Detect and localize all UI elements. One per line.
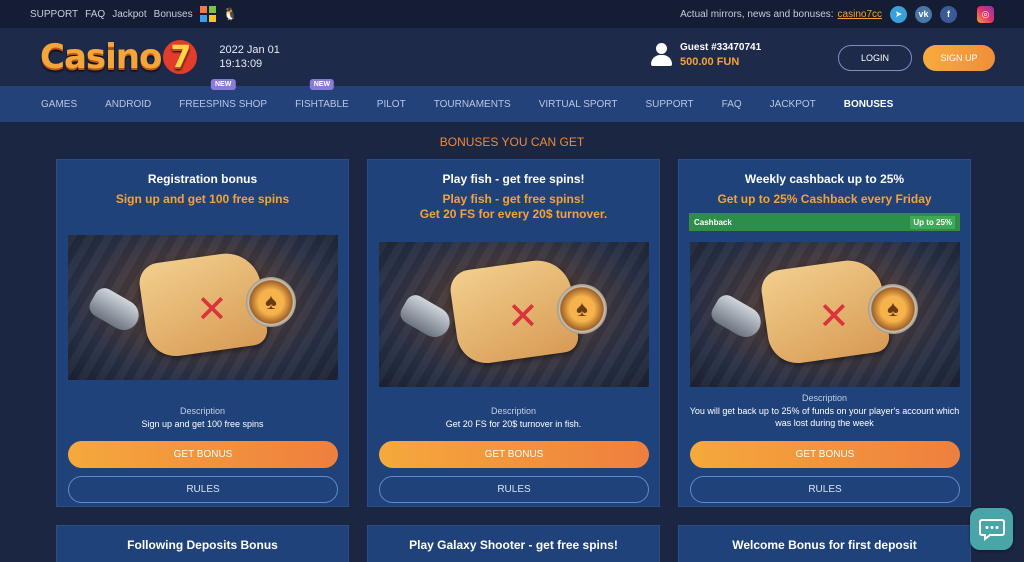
bonus-image: ✕ ♠	[68, 235, 338, 380]
mirrors-area: Actual mirrors, news and bonuses: casino…	[680, 5, 994, 23]
utility-bar: SUPPORT FAQ Jackpot Bonuses 🐧 Actual mir…	[0, 0, 1024, 28]
mirror-text: Actual mirrors, news and bonuses:	[680, 8, 834, 20]
description-text: You will get back up to 25% of funds on …	[689, 406, 960, 428]
clock-date: 2022 Jan 01	[219, 44, 280, 56]
casino-logo[interactable]: Casino 7	[40, 37, 198, 77]
main-nav: GAMES ANDROID NEW FREESPINS SHOP NEW FISHT…	[0, 78, 1024, 122]
telegram-icon[interactable]: ➤	[890, 5, 907, 23]
card-subtitle-line-2: Get 20 FS for every 20$ turnover.	[419, 207, 608, 221]
new-badge: NEW	[309, 78, 335, 90]
nav-support[interactable]: SUPPORT	[645, 99, 693, 110]
card-title: Following Deposits Bonus	[127, 538, 278, 552]
card-title: Welcome Bonus for first deposit	[732, 538, 917, 552]
bonus-card-welcome: Welcome Bonus for first deposit	[678, 525, 971, 562]
description-text: Get 20 FS for 20$ turnover in fish.	[445, 419, 582, 429]
nav-fishtable[interactable]: NEW FISHTABLE	[295, 78, 349, 110]
card-subtitle: Play fish - get free spins! Get 20 FS fo…	[368, 192, 659, 222]
clock-time: 19:13:09	[219, 58, 263, 70]
nav-tournaments[interactable]: TOURNAMENTS	[434, 99, 511, 110]
nav-freespins-shop[interactable]: NEW FREESPINS SHOP	[179, 78, 267, 110]
cashback-bar-percent: Up to 25%	[910, 215, 955, 229]
instagram-icon[interactable]: ◎	[977, 5, 994, 23]
facebook-icon[interactable]: f	[940, 5, 957, 23]
signup-button[interactable]: SIGN UP	[923, 45, 995, 71]
bonus-image: ✕ ♠	[379, 242, 649, 387]
description-text: Sign up and get 100 free spins	[141, 419, 264, 429]
mirror-link[interactable]: casino7cc	[838, 9, 882, 20]
support-link[interactable]: SUPPORT	[30, 9, 78, 20]
description-label: Description	[179, 406, 226, 416]
bonuses-link[interactable]: Bonuses	[154, 9, 193, 20]
card-subtitle: Get up to 25% Cashback every Friday	[717, 192, 932, 206]
bonus-card-registration: Registration bonus Sign up and get 100 f…	[56, 159, 349, 507]
nav-faq[interactable]: FAQ	[722, 99, 742, 110]
linux-icon[interactable]: 🐧	[223, 6, 238, 22]
bonus-card-play-fish: Play fish - get free spins! Play fish - …	[367, 159, 660, 507]
rules-button[interactable]: RULES	[379, 476, 649, 503]
bonus-card-following-deposits: Following Deposits Bonus	[56, 525, 349, 562]
login-button[interactable]: LOGIN	[838, 45, 912, 71]
rules-button[interactable]: RULES	[690, 476, 960, 503]
description-label: Description	[490, 406, 537, 416]
server-clock: 2022 Jan 01 19:13:09	[219, 43, 280, 71]
rules-button[interactable]: RULES	[68, 476, 338, 503]
get-bonus-button[interactable]: GET BONUS	[379, 441, 649, 468]
windows-icon[interactable]	[199, 6, 216, 22]
nav-android[interactable]: ANDROID	[105, 99, 151, 110]
guest-balance: 500.00 FUN	[680, 56, 740, 68]
card-title: Play Galaxy Shooter - get free spins!	[409, 538, 618, 552]
section-title: BONUSES YOU CAN GET	[439, 135, 585, 149]
bonus-image: ✕ ♠	[690, 242, 960, 387]
cashback-progress-bar: Cashback Up to 25%	[689, 213, 960, 231]
get-bonus-button[interactable]: GET BONUS	[690, 441, 960, 468]
nav-games[interactable]: GAMES	[41, 99, 77, 110]
card-title: Registration bonus	[147, 172, 258, 186]
nav-bonuses[interactable]: BONUSES	[844, 99, 893, 110]
nav-pilot[interactable]: PILOT	[377, 99, 406, 110]
description-label: Description	[801, 393, 848, 403]
card-subtitle: Sign up and get 100 free spins	[115, 192, 290, 206]
guest-account: Guest #33470741 500.00 FUN	[650, 42, 761, 68]
bonus-grid: Registration bonus Sign up and get 100 f…	[56, 159, 971, 562]
site-header: Casino 7 2022 Jan 01 19:13:09 Guest #3347…	[0, 28, 1024, 86]
cashback-bar-label: Cashback	[694, 217, 732, 227]
faq-link[interactable]: FAQ	[85, 9, 105, 20]
utility-links: SUPPORT FAQ Jackpot Bonuses 🐧	[30, 6, 238, 22]
bonus-card-weekly-cashback: Weekly cashback up to 25% Get up to 25% …	[678, 159, 971, 507]
get-bonus-button[interactable]: GET BONUS	[68, 441, 338, 468]
card-subtitle-line-1: Play fish - get free spins!	[442, 192, 585, 206]
nav-jackpot[interactable]: JACKPOT	[770, 99, 816, 110]
chat-icon	[978, 519, 1005, 541]
card-title: Weekly cashback up to 25%	[744, 172, 905, 186]
vk-icon[interactable]: vk	[915, 5, 932, 23]
card-title: Play fish - get free spins!	[442, 172, 585, 186]
chat-button[interactable]	[970, 508, 1013, 550]
nav-virtual-sport[interactable]: VIRTUAL SPORT	[539, 99, 618, 110]
user-icon	[650, 43, 672, 67]
guest-name: Guest #33470741	[680, 42, 762, 53]
bonus-card-galaxy-shooter: Play Galaxy Shooter - get free spins!	[367, 525, 660, 562]
new-badge: NEW	[210, 78, 236, 90]
jackpot-link[interactable]: Jackpot	[112, 9, 146, 20]
